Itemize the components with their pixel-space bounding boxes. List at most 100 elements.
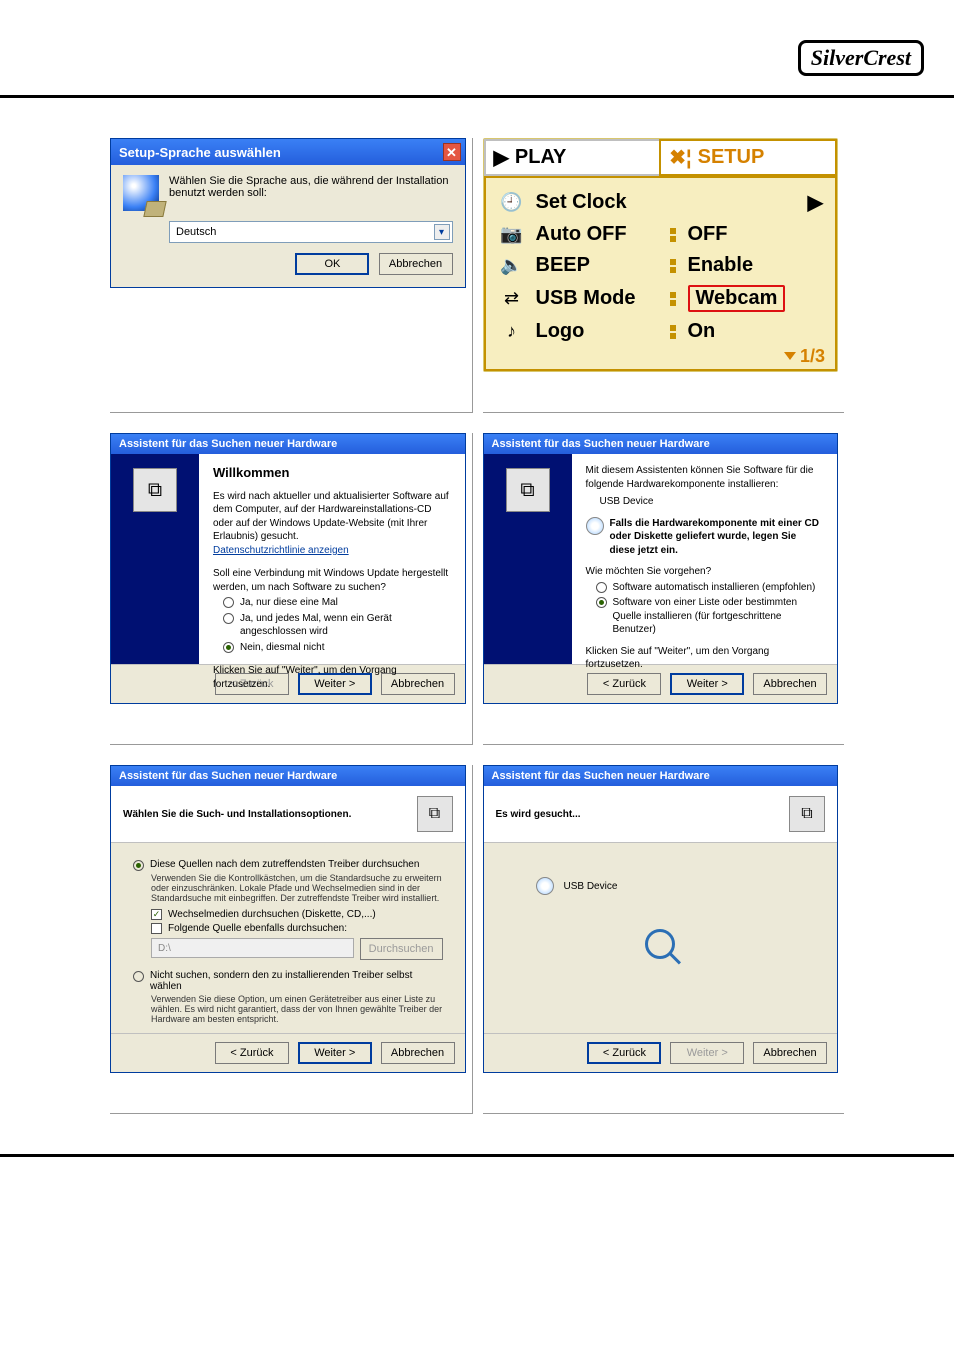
device-icon: ⧉ <box>789 796 825 832</box>
radio-no[interactable]: Nein, diesmal nicht <box>223 641 451 655</box>
lang-dialog: Setup-Sprache auswählen ✕ Wählen Sie die… <box>110 138 466 288</box>
wizard-text: Soll eine Verbindung mit Windows Update … <box>213 567 451 594</box>
next-button[interactable]: Weiter > <box>298 1042 372 1064</box>
setup-item-value: On <box>688 320 716 343</box>
setup-item-set-clock[interactable]: 🕘 Set Clock ▶ <box>496 186 826 219</box>
setup-item-label: Auto OFF <box>536 223 660 246</box>
search-icon <box>645 929 675 959</box>
device-name: USB Device <box>600 495 824 509</box>
setup-item-value: Enable <box>688 254 754 277</box>
privacy-link[interactable]: Datenschutzrichtlinie anzeigen <box>213 545 349 556</box>
path-input: D:\ <box>151 938 354 958</box>
back-button[interactable]: < Zurück <box>215 1042 289 1064</box>
tools-icon: ✖¦ <box>669 145 691 170</box>
wizard-text: Klicken Sie auf "Weiter", um den Vorgang… <box>586 645 824 672</box>
radio-subtext: Verwenden Sie diese Option, um einen Ger… <box>151 994 443 1024</box>
setup-item-label: Logo <box>536 320 660 343</box>
close-icon[interactable]: ✕ <box>443 143 461 161</box>
divider-bottom <box>0 1154 954 1157</box>
ok-button[interactable]: OK <box>295 253 369 275</box>
usb-icon: ⇄ <box>498 288 526 309</box>
setup-page-indicator: 1/3 <box>784 346 825 367</box>
separator-icon <box>670 292 678 306</box>
info-icon <box>536 877 554 895</box>
checkbox-removable-media[interactable]: ✓Wechselmedien durchsuchen (Diskette, CD… <box>151 909 443 920</box>
cancel-button[interactable]: Abbrechen <box>753 673 827 695</box>
clock-icon: 🕘 <box>498 192 526 213</box>
radio-yes-once[interactable]: Ja, nur diese eine Mal <box>223 596 451 610</box>
radio-yes-always[interactable]: Ja, und jedes Mal, wenn ein Gerät angesc… <box>223 612 451 639</box>
radio-label: Nein, diesmal nicht <box>240 641 324 655</box>
wizard-title: Assistent für das Suchen neuer Hardware <box>119 438 337 450</box>
browse-button: Durchsuchen <box>360 938 443 960</box>
language-select[interactable]: Deutsch ▾ <box>169 221 453 243</box>
radio-label: Diese Quellen nach dem zutreffendsten Tr… <box>150 859 419 870</box>
wizard-heading: Willkommen <box>213 464 451 482</box>
radio-search-sources[interactable]: Diese Quellen nach dem zutreffendsten Tr… <box>133 859 443 871</box>
setup-item-value: OFF <box>688 223 728 246</box>
camera-icon: 📷 <box>498 224 526 245</box>
back-button[interactable]: < Zurück <box>587 1042 661 1064</box>
hw-wizard-1: Assistent für das Suchen neuer Hardware … <box>110 433 466 704</box>
wizard-title: Assistent für das Suchen neuer Hardware <box>492 438 710 450</box>
cancel-button[interactable]: Abbrechen <box>379 253 453 275</box>
hw-wizard-4: Assistent für das Suchen neuer Hardware … <box>483 765 839 1073</box>
wizard-title: Assistent für das Suchen neuer Hardware <box>492 770 710 782</box>
setup-item-logo[interactable]: ♪ Logo On <box>496 316 826 347</box>
radio-list-install[interactable]: Software von einer Liste oder bestimmten… <box>596 596 824 637</box>
radio-dont-search[interactable]: Nicht suchen, sondern den zu installiere… <box>133 970 443 992</box>
speaker-icon: 🔈 <box>498 255 526 276</box>
setup-item-usb-mode[interactable]: ⇄ USB Mode Webcam <box>496 281 826 316</box>
setup-item-auto-off[interactable]: 📷 Auto OFF OFF <box>496 219 826 250</box>
language-select-value: Deutsch <box>176 226 216 238</box>
tab-setup[interactable]: ✖¦ SETUP <box>659 139 837 176</box>
setup-item-label: BEEP <box>536 254 660 277</box>
device-name: USB Device <box>564 881 618 892</box>
separator-icon <box>670 228 678 242</box>
radio-label: Ja, nur diese eine Mal <box>240 596 338 610</box>
back-button[interactable]: < Zurück <box>587 673 661 695</box>
checkbox-label: Folgende Quelle ebenfalls durchsuchen: <box>168 923 347 934</box>
play-icon: ▶ <box>494 145 509 170</box>
wizard-heading: Wählen Sie die Such- und Installationsop… <box>123 809 351 820</box>
device-icon: ⧉ <box>133 468 177 512</box>
radio-label: Nicht suchen, sondern den zu installiere… <box>150 970 443 992</box>
checkbox-include-path[interactable]: Folgende Quelle ebenfalls durchsuchen: <box>151 923 443 934</box>
separator-icon <box>670 259 678 273</box>
next-button: Weiter > <box>670 1042 744 1064</box>
wizard-heading: Es wird gesucht... <box>496 809 581 820</box>
setup-item-label: Set Clock <box>536 191 660 214</box>
cancel-button[interactable]: Abbrechen <box>381 1042 455 1064</box>
checkbox-label: Wechselmedien durchsuchen (Diskette, CD,… <box>168 909 376 920</box>
lang-dialog-message: Wählen Sie die Sprache aus, die während … <box>169 175 453 211</box>
wizard-text: Es wird nach aktueller und aktualisierte… <box>213 490 451 544</box>
wizard-text: Wie möchten Sie vorgehen? <box>586 565 824 579</box>
wizard-sidebar: ⧉ <box>484 454 572 664</box>
device-icon: ⧉ <box>417 796 453 832</box>
device-icon: ⧉ <box>506 468 550 512</box>
tab-play[interactable]: ▶ PLAY <box>484 139 660 176</box>
lang-dialog-titlebar: Setup-Sprache auswählen ✕ <box>111 139 465 165</box>
next-button[interactable]: Weiter > <box>670 673 744 695</box>
wizard-title: Assistent für das Suchen neuer Hardware <box>119 770 337 782</box>
radio-auto-install[interactable]: Software automatisch installieren (empfo… <box>596 581 824 595</box>
chevron-down-icon[interactable]: ▾ <box>434 224 450 240</box>
radio-label: Ja, und jedes Mal, wenn ein Gerät angesc… <box>240 612 451 639</box>
tab-setup-label: SETUP <box>698 146 765 169</box>
setup-item-beep[interactable]: 🔈 BEEP Enable <box>496 250 826 281</box>
wizard-sidebar: ⧉ <box>111 454 199 664</box>
wizard-text: Klicken Sie auf "Weiter", um den Vorgang… <box>213 664 451 691</box>
cancel-button[interactable]: Abbrechen <box>753 1042 827 1064</box>
tab-play-label: PLAY <box>515 146 567 169</box>
radio-subtext: Verwenden Sie die Kontrollkästchen, um d… <box>151 873 443 903</box>
setup-item-label: USB Mode <box>536 287 660 310</box>
logo-icon: ♪ <box>498 321 526 342</box>
wizard-text: Mit diesem Assistenten können Sie Softwa… <box>586 464 824 491</box>
separator-icon <box>670 325 678 339</box>
cd-note-text: Falls die Hardwarekomponente mit einer C… <box>610 517 824 558</box>
brand-logo: SilverCrest <box>798 40 924 76</box>
chevron-right-icon: ▶ <box>808 190 823 215</box>
hw-wizard-3: Assistent für das Suchen neuer Hardware … <box>110 765 466 1073</box>
lang-dialog-title: Setup-Sprache auswählen <box>119 145 281 160</box>
globe-icon <box>123 175 159 211</box>
